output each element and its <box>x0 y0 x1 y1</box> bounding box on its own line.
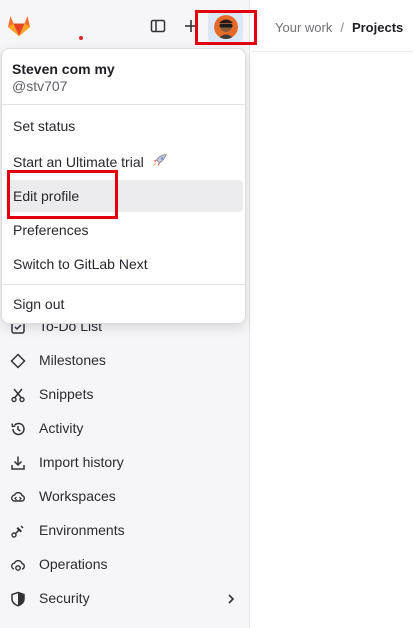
user-name: Steven com my <box>12 61 115 77</box>
sidebar-item-environments[interactable]: Environments <box>0 516 250 546</box>
sidebar-item-workspaces[interactable]: Workspaces <box>0 482 250 512</box>
breadcrumb-separator: / <box>340 20 344 35</box>
menu-item-label: Edit profile <box>13 188 80 204</box>
chevron-right-icon <box>224 591 238 607</box>
sidebar-item-snippets[interactable]: Snippets <box>0 380 250 410</box>
sidebar-toggle-button[interactable] <box>146 14 170 38</box>
user-menu-dropdown: Steven com my @stv707 Set status Start a… <box>1 48 246 324</box>
notification-dot <box>79 36 83 40</box>
menu-item-label: Preferences <box>13 222 89 238</box>
menu-item-label: Sign out <box>13 296 65 312</box>
gitlab-logo[interactable] <box>6 12 32 38</box>
user-handle: @stv707 <box>12 78 68 94</box>
sidebar-item-import-history[interactable]: Import history <box>0 448 250 478</box>
sidebar-icon <box>150 19 166 33</box>
menu-item-label-wrap: Start an Ultimate trial <box>13 153 168 172</box>
breadcrumb-projects[interactable]: Projects <box>352 20 403 35</box>
top-bar: Your work / Projects <box>251 0 413 52</box>
sidebar-item-activity[interactable]: Activity <box>0 414 250 444</box>
sidebar-item-label: Operations <box>39 556 108 572</box>
menu-divider <box>2 284 245 285</box>
breadcrumb-your-work[interactable]: Your work <box>275 20 332 35</box>
edit-profile-menu-item[interactable]: Edit profile <box>6 180 243 212</box>
sidebar-item-label: Snippets <box>39 386 94 402</box>
workspace-icon <box>10 489 26 505</box>
sidebar-item-milestones[interactable]: Milestones <box>0 346 250 376</box>
user-menu-header[interactable]: Steven com my @stv707 <box>12 61 115 94</box>
menu-item-label: Set status <box>13 118 76 134</box>
environment-icon <box>10 523 26 539</box>
sidebar-item-label: Import history <box>39 454 124 470</box>
plus-icon <box>185 20 197 32</box>
menu-item-label: Start an Ultimate trial <box>13 154 144 170</box>
set-status-menu-item[interactable]: Set status <box>6 110 243 142</box>
import-icon <box>10 455 26 471</box>
sidebar-header <box>0 0 257 52</box>
sign-out-menu-item[interactable]: Sign out <box>6 288 243 320</box>
sidebar-item-label: Environments <box>39 522 125 538</box>
breadcrumb: Your work / Projects <box>275 20 403 35</box>
switch-to-gitlab-next-menu-item[interactable]: Switch to GitLab Next <box>6 248 243 280</box>
sidebar-item-security[interactable]: Security <box>0 584 250 614</box>
sidebar-item-label: Workspaces <box>39 488 116 504</box>
menu-item-label: Switch to GitLab Next <box>13 256 148 272</box>
rocket-icon <box>150 153 168 172</box>
snippet-icon <box>10 387 26 403</box>
history-icon <box>10 421 26 437</box>
cloud-gear-icon <box>10 557 26 573</box>
shield-icon <box>10 591 26 607</box>
sidebar-item-label: Security <box>39 590 90 606</box>
sidebar-item-operations[interactable]: Operations <box>0 550 250 580</box>
start-ultimate-trial-menu-item[interactable]: Start an Ultimate trial <box>6 145 243 177</box>
user-avatar-button[interactable] <box>208 12 243 42</box>
preferences-menu-item[interactable]: Preferences <box>6 214 243 246</box>
milestone-icon <box>10 353 26 369</box>
menu-divider <box>2 104 245 105</box>
sidebar-item-label: Activity <box>39 420 84 436</box>
create-new-button[interactable] <box>180 14 202 38</box>
sidebar-item-label: Milestones <box>39 352 106 368</box>
avatar <box>213 15 238 39</box>
